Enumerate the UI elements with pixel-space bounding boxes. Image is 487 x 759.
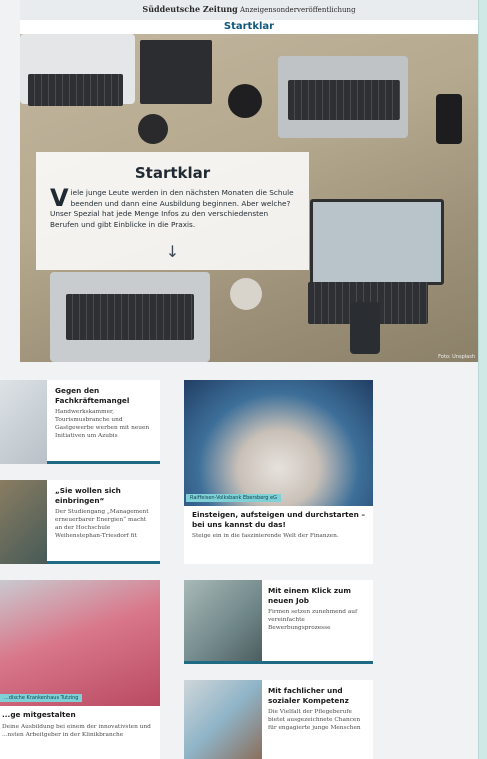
card-3-tag: Raiffeisen-Volksbank Ebersberg eG <box>186 494 281 502</box>
card-5-text: Firmen setzen zunehmend auf vereinfachte… <box>268 609 358 631</box>
card-1-image[interactable] <box>0 380 47 464</box>
card-5-image[interactable] <box>184 580 262 664</box>
publisher-name[interactable]: Süddeutsche Zeitung <box>142 4 237 14</box>
card-1-title[interactable]: Gegen den Fachkräftemangel <box>55 386 152 405</box>
card-3-image[interactable] <box>184 380 373 506</box>
publisher-note: Anzeigensonderveröffentlichung <box>240 6 356 14</box>
card-2[interactable]: „Sie wollen sich einbringen“ Der Studien… <box>47 480 160 564</box>
intro-box[interactable]: Startklar Viele junge Leute werden in de… <box>36 152 309 270</box>
card-1[interactable]: Gegen den Fachkräftemangel Handwerkskamm… <box>47 380 160 464</box>
card-6-text: Die Vielfalt der Pflegeberufe bietet aus… <box>268 709 361 731</box>
photo-credit: Foto: Unsplash <box>438 354 475 360</box>
intro-text: Viele junge Leute werden in den nächsten… <box>50 184 295 230</box>
card-2-text: Der Studiengang „Management erneuerbarer… <box>55 509 149 539</box>
card-3-title[interactable]: Einsteigen, aufsteigen und durchstarten … <box>192 510 365 529</box>
intro-title: Startklar <box>134 164 211 182</box>
card-5-underline <box>184 661 373 664</box>
publisher-bar: Süddeutsche Zeitung Anzeigensonderveröff… <box>20 0 478 21</box>
card-4-image[interactable] <box>0 580 160 706</box>
card-6[interactable]: Mit fachlicher und sozialer Kompetenz Di… <box>262 680 373 759</box>
card-4-title[interactable]: ...ge mitgestalten <box>2 710 156 720</box>
card-1-text: Handwerkskammer, Tourismusbranche und Ga… <box>55 409 150 439</box>
card-4-text: Deine Ausbildung bei einem der innovativ… <box>2 723 151 738</box>
page-frame: Süddeutsche Zeitung Anzeigensonderveröff… <box>0 0 479 759</box>
card-3-text: Steige ein in die faszinierende Welt der… <box>192 533 339 539</box>
card-1-underline <box>47 461 160 464</box>
card-4-tag: ...dische Krankenhaus Tutzing <box>0 694 83 702</box>
card-6-image[interactable] <box>184 680 262 759</box>
startklar-logo[interactable]: Startklar <box>20 20 478 34</box>
card-3[interactable]: Einsteigen, aufsteigen und durchstarten … <box>184 506 373 564</box>
intro-body: iele junge Leute werden in den nächsten … <box>50 188 294 229</box>
card-2-image[interactable] <box>0 480 47 564</box>
drop-cap: V <box>50 184 69 212</box>
card-6-title[interactable]: Mit fachlicher und sozialer Kompetenz <box>268 686 367 705</box>
card-2-underline <box>47 561 160 564</box>
publisher-line: Süddeutsche Zeitung Anzeigensonderveröff… <box>20 4 478 14</box>
chevron-down-icon[interactable]: ↓ <box>36 242 309 261</box>
card-4[interactable]: ...ge mitgestalten Deine Ausbildung bei … <box>0 706 160 759</box>
card-5-title[interactable]: Mit einem Klick zum neuen Job <box>268 586 367 605</box>
card-5[interactable]: Mit einem Klick zum neuen Job Firmen set… <box>262 580 373 664</box>
card-2-title[interactable]: „Sie wollen sich einbringen“ <box>55 486 152 505</box>
